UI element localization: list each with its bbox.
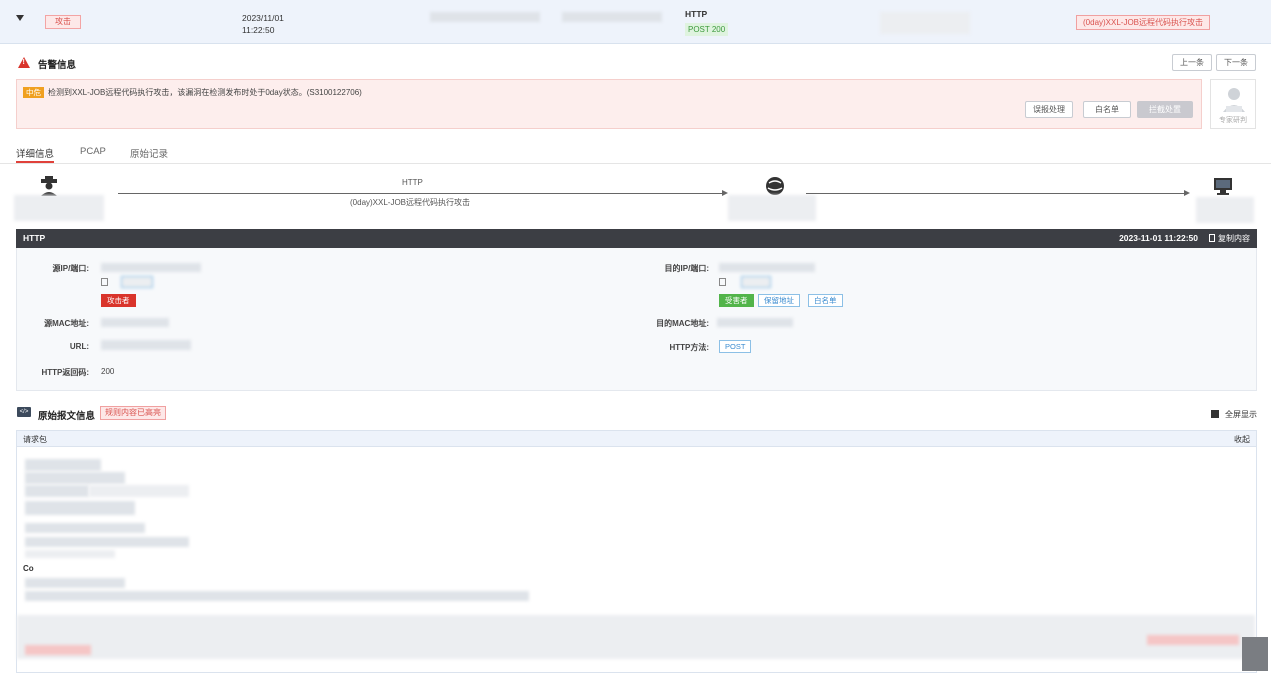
dst-whitelist-tag[interactable]: 白名单 [808, 294, 843, 307]
redacted-line [25, 523, 145, 533]
redacted-line [25, 472, 125, 484]
redacted-src-geo [121, 276, 153, 288]
copy-content-label: 复制内容 [1218, 234, 1250, 243]
severity-badge: 中危 [23, 87, 44, 98]
redacted-line [89, 485, 189, 497]
redacted-payload [17, 615, 1255, 659]
event-time: 11:22:50 [242, 25, 275, 35]
alert-message: 检测到XXL-JOB远程代码执行攻击，该漏洞在检测发布时处于0day状态。(S3… [48, 88, 362, 97]
expert-review-button[interactable]: 专家研判 [1210, 79, 1256, 129]
event-date: 2023/11/01 [242, 13, 284, 23]
collapse-caret-icon[interactable] [16, 15, 24, 21]
detail-tabs: 详细信息 PCAP 原始记录 [0, 140, 1271, 164]
code-icon: </> [17, 407, 31, 417]
http-panel-header: HTTP 2023-11-01 11:22:50 复制内容 [16, 229, 1257, 248]
scroll-to-top-button[interactable] [1242, 637, 1268, 671]
http-panel-title: HTTP [23, 233, 46, 243]
redacted-destination [562, 12, 662, 22]
redacted-src-ip [101, 263, 201, 272]
expert-review-label: 专家研判 [1219, 117, 1247, 124]
dst-ip-label: 目的IP/端口: [664, 264, 709, 273]
tab-pcap[interactable]: PCAP [80, 146, 106, 157]
request-packet-header: 请求包 收起 [16, 430, 1257, 447]
redacted-line [25, 501, 135, 515]
attacker-icon [41, 176, 57, 196]
redacted-line [25, 591, 529, 601]
redacted-line [25, 459, 101, 471]
status-code-value: 200 [101, 367, 115, 376]
dst-mac-label: 目的MAC地址: [656, 319, 709, 328]
flow-arrow-end-icon [1184, 190, 1190, 196]
collapse-button[interactable]: 收起 [1234, 434, 1250, 445]
redacted-line [25, 485, 89, 497]
highlighted-rule-content [1147, 635, 1239, 645]
http-panel-body: 源IP/端口: 攻击者 源MAC地址: URL: HTTP返回码: 200 目的… [16, 248, 1257, 391]
redacted-line [25, 550, 115, 558]
redacted-src-mac [101, 318, 169, 327]
flow-protocol-label: HTTP [402, 178, 423, 187]
victim-tag: 受害者 [719, 294, 754, 307]
redacted-line [25, 537, 189, 547]
request-packet-body: Co [16, 447, 1257, 673]
tab-raw-log[interactable]: 原始记录 [130, 146, 168, 160]
false-positive-button[interactable]: 误报处理 [1025, 101, 1073, 118]
redacted-source [430, 12, 540, 22]
redacted-url [101, 340, 191, 350]
expert-avatar-icon [1223, 88, 1245, 112]
alert-box: 中危 检测到XXL-JOB远程代码执行攻击，该漏洞在检测发布时处于0day状态。… [16, 79, 1202, 129]
event-type-tag: 攻击 [45, 15, 81, 29]
block-button[interactable]: 拦截处置 [1137, 101, 1193, 118]
raw-message-title: 原始报文信息 [38, 411, 96, 422]
reserved-address-tag: 保留地址 [758, 294, 800, 307]
highlight-tag: 规则内容已高亮 [100, 406, 166, 420]
redacted-field [880, 12, 970, 34]
redacted-dst-geo [741, 276, 771, 288]
event-datetime: 2023/11/01 11:22:50 [242, 12, 284, 36]
active-tab-indicator [16, 161, 54, 163]
http-panel-timestamp: 2023-11-01 11:22:50 [1119, 233, 1198, 243]
event-protocol: HTTP [685, 9, 708, 19]
src-mac-label: 源MAC地址: [44, 319, 89, 328]
fullscreen-label[interactable]: 全屏显示 [1225, 409, 1257, 420]
flow-line-right [806, 193, 1184, 194]
copy-icon [1209, 234, 1215, 242]
attacker-tag: 攻击者 [101, 294, 136, 307]
copy-content-button[interactable]: 复制内容 [1209, 233, 1250, 244]
fullscreen-checkbox[interactable] [1211, 410, 1219, 418]
status-code-label: HTTP返回码: [41, 368, 89, 377]
redacted-line [25, 578, 125, 588]
dst-ip-copy-icon[interactable] [719, 278, 726, 286]
url-label: URL: [69, 342, 89, 351]
prev-button[interactable]: 上一条 [1172, 54, 1212, 71]
event-rule-tag: (0day)XXL-JOB远程代码执行攻击 [1076, 15, 1211, 30]
flow-line-left [118, 193, 724, 194]
redacted-dst-ip [719, 263, 815, 272]
whitelist-button[interactable]: 白名单 [1083, 101, 1131, 118]
flow-rule-label: (0day)XXL-JOB远程代码执行攻击 [350, 198, 471, 207]
http-method-label: HTTP方法: [669, 343, 709, 352]
http-method-value: POST [719, 340, 752, 353]
redacted-attacker-ip [14, 195, 104, 221]
request-visible-fragment: Co [23, 564, 34, 573]
victim-globe-icon [766, 177, 784, 195]
highlighted-rule-content [25, 645, 91, 655]
event-row[interactable]: 攻击 2023/11/01 11:22:50 HTTP POST 200 (0d… [0, 0, 1271, 44]
redacted-victim-ip [728, 195, 816, 221]
next-button[interactable]: 下一条 [1216, 54, 1256, 71]
server-monitor-icon [1214, 178, 1232, 195]
event-method-status: POST 200 [685, 23, 729, 36]
tab-details[interactable]: 详细信息 [16, 146, 54, 160]
warning-icon [18, 57, 30, 68]
src-ip-label: 源IP/端口: [52, 264, 89, 273]
src-ip-copy-icon[interactable] [101, 278, 108, 286]
redacted-server [1196, 197, 1254, 223]
alert-section-title: 告警信息 [38, 60, 77, 71]
request-packet-label: 请求包 [23, 435, 47, 444]
redacted-dst-mac [717, 318, 793, 327]
